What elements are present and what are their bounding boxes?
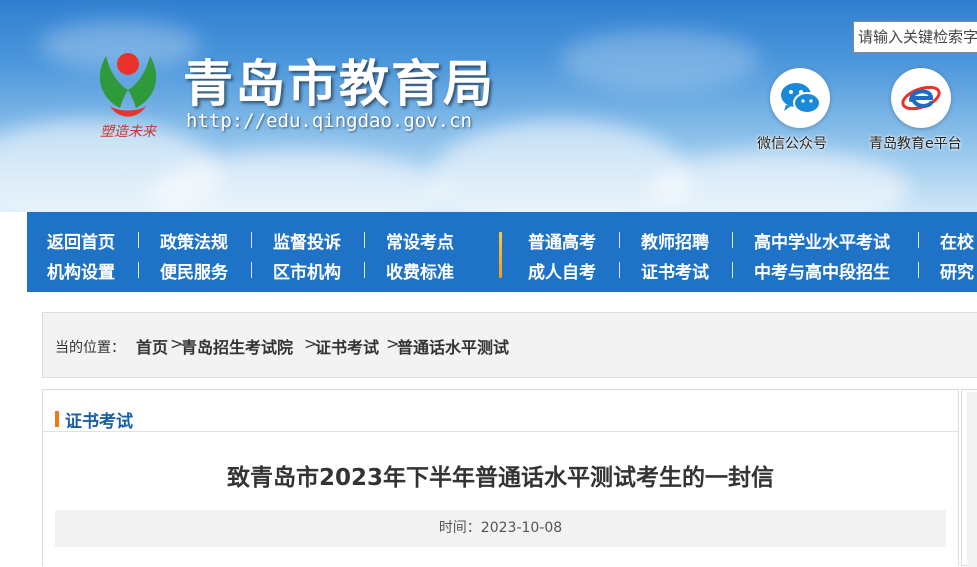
nav-separator	[619, 232, 620, 248]
nav-teacher-recruit[interactable]: 教师招聘	[641, 228, 709, 253]
nav-separator	[918, 262, 919, 278]
e-platform-label: 青岛教育e平台	[869, 136, 962, 152]
nav-zhongkao[interactable]: 中考与高中段招生	[754, 258, 890, 283]
nav-separator	[138, 262, 139, 278]
nav-self-study[interactable]: 成人自考	[528, 258, 596, 283]
e-platform-icon	[901, 85, 941, 111]
breadcrumb-prefix: 当的位置：	[55, 340, 125, 356]
nav-separator	[732, 262, 733, 278]
nav-separator	[918, 232, 919, 248]
breadcrumb-certificate[interactable]: 证书考试	[315, 334, 379, 358]
nav-home[interactable]: 返回首页	[47, 228, 115, 253]
publish-time: 时间：2023-10-08	[438, 520, 563, 536]
nav-in-school[interactable]: 在校	[940, 228, 974, 253]
article-meta: 时间：2023-10-08	[55, 510, 946, 547]
site-url: http://edu.qingdao.gov.cn	[186, 110, 472, 132]
nav-policy[interactable]: 政策法规	[160, 228, 228, 253]
nav-institutions[interactable]: 机构设置	[47, 258, 115, 283]
nav-district[interactable]: 区市机构	[273, 258, 341, 283]
nav-separator	[138, 232, 139, 248]
nav-exam-sites[interactable]: 常设考点	[386, 228, 454, 253]
site-header: 塑造未来 青岛市教育局 http://edu.qingdao.gov.cn 微信…	[0, 0, 977, 212]
nav-certificate[interactable]: 证书考试	[641, 258, 709, 283]
nav-services[interactable]: 便民服务	[160, 258, 228, 283]
section-accent-bar	[55, 411, 59, 427]
nav-separator	[619, 262, 620, 278]
breadcrumb-exam-institute[interactable]: 青岛招生考试院	[181, 334, 293, 358]
article-panel: 证书考试 致青岛市2023年下半年普通话水平测试考生的一封信 时间：2023-1…	[42, 389, 959, 566]
wechat-button[interactable]	[770, 68, 830, 128]
nav-separator	[251, 232, 252, 248]
side-panel	[961, 389, 977, 567]
section-divider	[43, 431, 958, 432]
wechat-label: 微信公众号	[757, 136, 827, 152]
site-title[interactable]: 青岛市教育局	[183, 44, 495, 116]
nav-group-divider	[499, 232, 502, 278]
breadcrumb-putonghua-test[interactable]: 普通话水平测试	[397, 334, 509, 358]
nav-separator	[364, 262, 365, 278]
e-platform-button[interactable]	[891, 68, 951, 128]
breadcrumb: 当的位置： 首页 > 青岛招生考试院 > 证书考试 > 普通话水平测试	[42, 312, 977, 378]
main-nav: 返回首页 政策法规 监督投诉 常设考点 机构设置 便民服务 区市机构 收费标准 …	[27, 212, 977, 292]
nav-separator	[251, 262, 252, 278]
article-title: 致青岛市2023年下半年普通话水平测试考生的一封信	[226, 465, 774, 491]
nav-separator	[732, 232, 733, 248]
nav-proficiency-test[interactable]: 高中学业水平考试	[754, 228, 890, 253]
nav-separator	[364, 232, 365, 248]
nav-graduate[interactable]: 研究	[940, 258, 974, 283]
breadcrumb-home[interactable]: 首页	[136, 334, 168, 358]
side-panel-fill	[967, 392, 977, 567]
bureau-logo[interactable]: 塑造未来	[80, 28, 176, 148]
search-input[interactable]	[853, 21, 977, 53]
nav-fees[interactable]: 收费标准	[386, 258, 454, 283]
nav-complaint[interactable]: 监督投诉	[273, 228, 341, 253]
wechat-icon	[781, 83, 821, 114]
logo-caption: 塑造未来	[100, 124, 158, 140]
section-title[interactable]: 证书考试	[65, 407, 133, 432]
nav-gaokao[interactable]: 普通高考	[528, 228, 596, 253]
